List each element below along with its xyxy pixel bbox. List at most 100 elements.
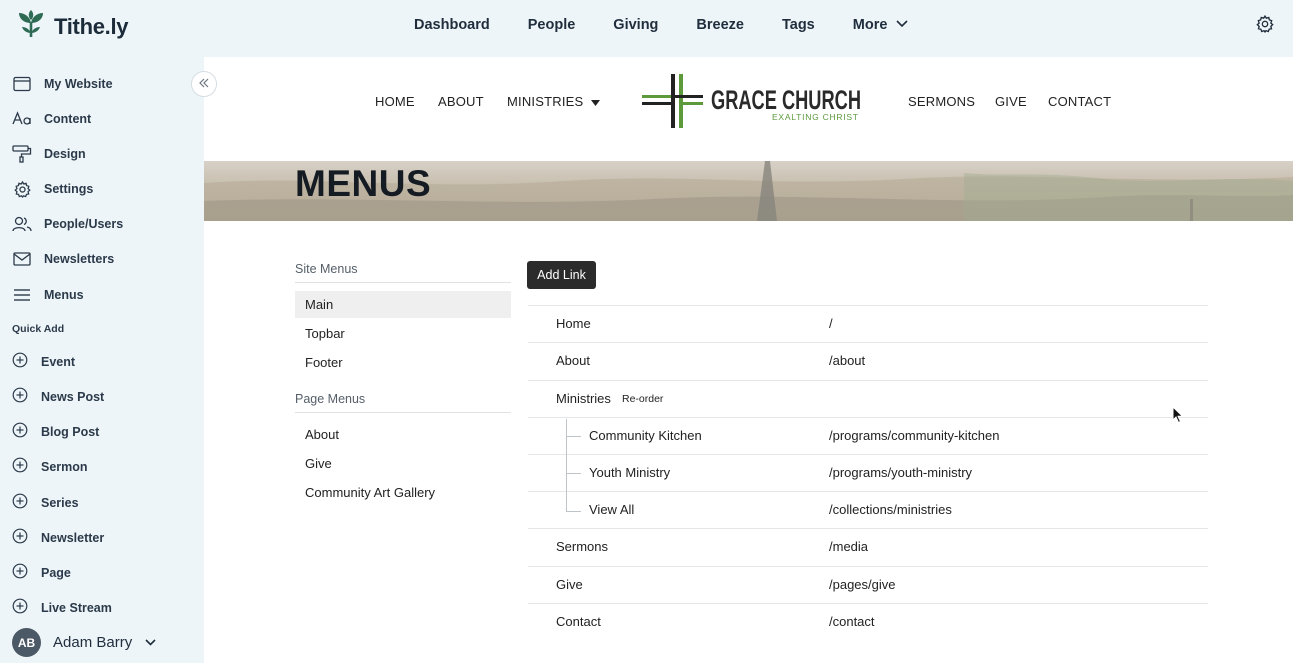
menu-link-name[interactable]: Contact	[556, 614, 601, 629]
site-menu-footer[interactable]: Footer	[295, 349, 511, 376]
sidebar-item-label: Newsletters	[44, 252, 115, 266]
quick-add-label: Live Stream	[41, 601, 112, 615]
quick-add-series[interactable]: Series	[12, 493, 79, 513]
menu-link-name[interactable]: Ministries	[556, 391, 611, 406]
sidebar-item-my-website[interactable]: My Website	[12, 73, 113, 95]
menu-link-name[interactable]: View All	[589, 502, 634, 517]
topnav-breeze[interactable]: Breeze	[696, 17, 744, 33]
quick-add-page[interactable]: Page	[12, 563, 71, 583]
menu-link-url: /collections/ministries	[829, 502, 952, 517]
menu-link-row[interactable]: About /about	[528, 342, 1208, 379]
quick-add-label: Sermon	[41, 460, 88, 474]
site-nav-give[interactable]: GIVE	[995, 94, 1027, 109]
page-menu-about[interactable]: About	[295, 421, 511, 448]
menu-link-url: /about	[829, 353, 866, 368]
site-nav-about[interactable]: ABOUT	[438, 94, 484, 109]
user-name: Adam Barry	[53, 634, 133, 651]
brand-name: Tithe.ly	[54, 13, 129, 39]
reorder-link[interactable]: Re-order	[622, 393, 663, 405]
menu-link-url: /pages/give	[829, 577, 896, 592]
topnav-more[interactable]: More	[853, 17, 910, 33]
top-bar: Tithe.ly Dashboard People Giving Breeze …	[0, 0, 1293, 57]
chevron-down-icon	[895, 17, 909, 33]
menu-link-row[interactable]: Give /pages/give	[528, 566, 1208, 603]
topnav-giving[interactable]: Giving	[613, 17, 658, 33]
browser-window-icon	[12, 74, 32, 94]
quick-add-heading: Quick Add	[12, 323, 65, 335]
tithely-logo-icon	[16, 9, 46, 44]
site-nav-ministries-label: MINISTRIES	[507, 94, 584, 109]
double-chevron-left-icon	[198, 75, 210, 93]
gear-icon	[12, 179, 32, 199]
quick-add-blog-post[interactable]: Blog Post	[12, 422, 99, 442]
collapse-sidebar-button[interactable]	[191, 71, 217, 97]
quick-add-event[interactable]: Event	[12, 352, 75, 372]
menu-link-url: /programs/youth-ministry	[829, 465, 973, 480]
paint-roller-icon	[12, 144, 32, 164]
users-icon	[12, 214, 32, 234]
sidebar-item-content[interactable]: Content	[12, 108, 91, 130]
site-nav-ministries[interactable]: MINISTRIES	[507, 94, 601, 109]
topnav-dashboard[interactable]: Dashboard	[414, 17, 490, 33]
tree-connector	[566, 511, 581, 512]
site-menus-heading: Site Menus	[295, 262, 358, 276]
menu-link-row[interactable]: Home /	[528, 305, 1208, 342]
divider	[295, 412, 511, 413]
sidebar-item-newsletters[interactable]: Newsletters	[12, 248, 114, 270]
quick-add-label: Blog Post	[41, 425, 100, 439]
quick-add-sermon[interactable]: Sermon	[12, 457, 88, 477]
sidebar-item-label: Design	[44, 147, 86, 161]
grace-church-logo[interactable]: GRACE CHURCH EXALTING CHRIST	[641, 71, 863, 136]
menu-link-name[interactable]: Sermons	[556, 539, 608, 554]
menu-link-name[interactable]: About	[556, 353, 590, 368]
site-menu-topbar[interactable]: Topbar	[295, 320, 511, 347]
quick-add-label: News Post	[41, 390, 105, 404]
menu-link-url: /programs/community-kitchen	[829, 428, 1000, 443]
sidebar-item-label: Settings	[44, 182, 94, 196]
site-preview-nav: HOME ABOUT MINISTRIES GRACE CHURCH EXALT…	[204, 57, 1293, 161]
menu-link-name[interactable]: Youth Ministry	[589, 465, 670, 480]
menu-link-url: /contact	[829, 614, 875, 629]
chevron-down-icon	[144, 634, 157, 652]
plus-circle-icon	[12, 598, 28, 619]
menu-link-url: /media	[829, 539, 869, 554]
site-menu-main[interactable]: Main	[295, 291, 511, 318]
plus-circle-icon	[12, 493, 28, 514]
plus-circle-icon	[12, 528, 28, 549]
sidebar-item-settings[interactable]: Settings	[12, 178, 93, 200]
text-format-icon	[12, 109, 32, 129]
add-link-button[interactable]: Add Link	[527, 261, 596, 289]
quick-add-news-post[interactable]: News Post	[12, 387, 104, 407]
page-menu-community-art-gallery[interactable]: Community Art Gallery	[295, 479, 511, 506]
quick-add-live-stream[interactable]: Live Stream	[12, 598, 112, 618]
menu-link-name[interactable]: Give	[556, 577, 583, 592]
gear-icon[interactable]	[1255, 14, 1275, 39]
menu-link-row[interactable]: Contact /contact	[528, 603, 1208, 640]
quick-add-label: Event	[41, 355, 76, 369]
menu-link-name[interactable]: Home	[556, 316, 591, 331]
quick-add-newsletter[interactable]: Newsletter	[12, 528, 104, 548]
menu-link-name[interactable]: Community Kitchen	[589, 428, 702, 443]
sidebar-item-design[interactable]: Design	[12, 143, 86, 165]
site-nav-sermons[interactable]: SERMONS	[908, 94, 975, 109]
tree-connector	[566, 419, 567, 512]
topnav-people[interactable]: People	[528, 17, 576, 33]
menu-link-row[interactable]: Ministries Re-order	[528, 380, 1208, 417]
topnav-tags[interactable]: Tags	[782, 17, 815, 33]
menu-link-row[interactable]: View All /collections/ministries	[528, 491, 1208, 528]
user-menu[interactable]: AB Adam Barry	[12, 628, 157, 657]
menu-link-row[interactable]: Community Kitchen /programs/community-ki…	[528, 417, 1208, 454]
menu-link-row[interactable]: Sermons /media	[528, 528, 1208, 565]
sidebar-item-label: Content	[44, 112, 92, 126]
tree-connector	[566, 436, 581, 437]
logo-title: GRACE CHURCH	[711, 85, 861, 115]
page-menu-give[interactable]: Give	[295, 450, 511, 477]
site-nav-home[interactable]: HOME	[375, 94, 415, 109]
brand[interactable]: Tithe.ly	[16, 9, 129, 44]
caret-down-icon	[591, 94, 601, 109]
site-nav-contact[interactable]: CONTACT	[1048, 94, 1111, 109]
sidebar-item-menus[interactable]: Menus	[12, 284, 84, 306]
sidebar-item-people-users[interactable]: People/Users	[12, 213, 123, 235]
plus-circle-icon	[12, 563, 28, 584]
menu-link-row[interactable]: Youth Ministry /programs/youth-ministry	[528, 454, 1208, 491]
